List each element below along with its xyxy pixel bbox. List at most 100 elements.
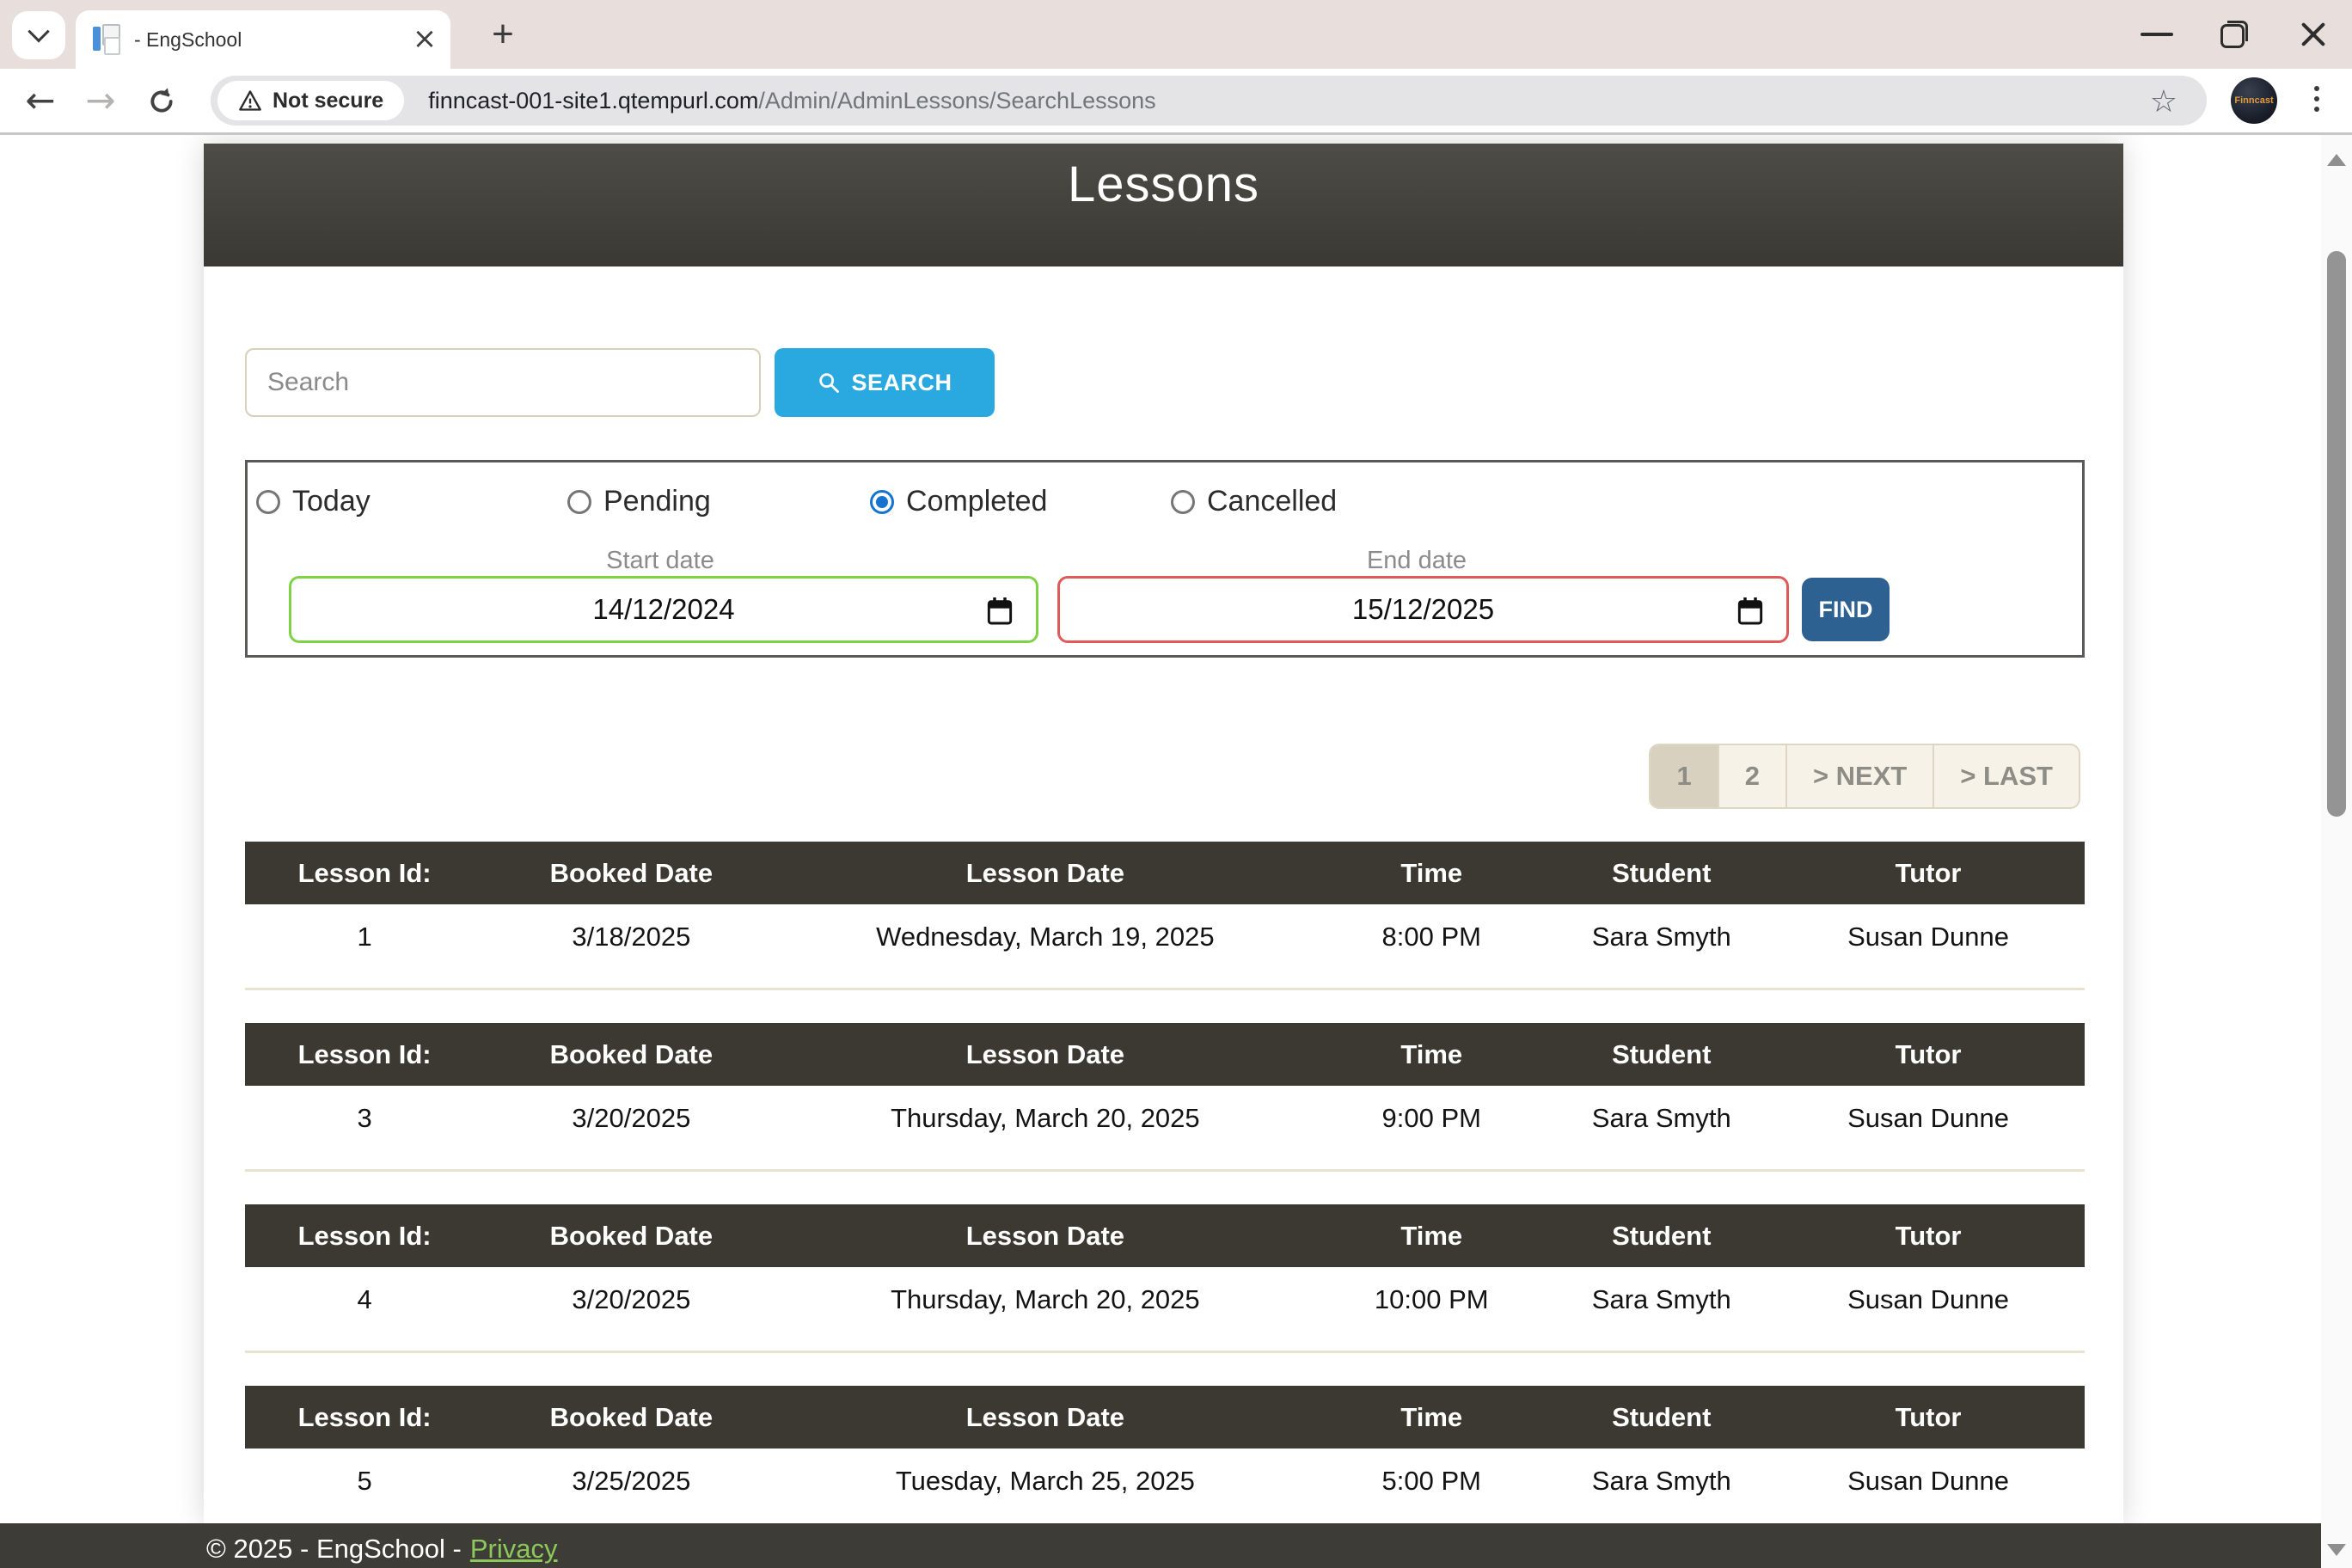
privacy-link[interactable]: Privacy [470,1534,558,1565]
cell-lesson-date: Thursday, March 20, 2025 [779,1103,1313,1134]
table-row: 1 3/18/2025 Wednesday, March 19, 2025 8:… [245,904,2085,969]
col-lesson-date: Lesson Date [779,1402,1313,1433]
page-1-button[interactable]: 1 [1651,745,1717,807]
address-bar[interactable]: Not secure finncast-001-site1.qtempurl.c… [211,76,2207,126]
col-lesson-date: Lesson Date [779,1039,1313,1070]
profile-name: Finncast [2234,95,2273,106]
footer-copyright: © 2025 - EngSchool - [206,1534,462,1565]
cell-lesson-date: Tuesday, March 25, 2025 [779,1466,1313,1497]
last-page-button[interactable]: > LAST [1932,745,2079,807]
cell-lesson-id: 4 [245,1284,484,1315]
engschool-favicon-icon [93,24,119,55]
lesson-table: Lesson Id: Booked Date Lesson Date Time … [245,1023,2085,1172]
window-minimize-button[interactable] [2141,33,2173,36]
content: Lessons SEARCH Today Pending [204,144,2123,1534]
profile-avatar[interactable]: Finncast [2231,77,2277,124]
find-button[interactable]: FIND [1802,578,1890,641]
lesson-table: Lesson Id: Booked Date Lesson Date Time … [245,1386,2085,1534]
table-row: 4 3/20/2025 Thursday, March 20, 2025 10:… [245,1267,2085,1332]
lesson-table-header: Lesson Id: Booked Date Lesson Date Time … [245,1023,2085,1086]
reload-button[interactable] [144,84,179,119]
radio-completed[interactable]: Completed [870,485,1047,518]
col-time: Time [1312,1039,1551,1070]
col-student: Student [1551,1402,1772,1433]
window-restore-button[interactable] [2220,21,2248,48]
bookmark-star-icon[interactable] [2150,84,2177,119]
end-date-label: End date [1245,547,1589,575]
cell-lesson-id: 1 [245,922,484,952]
lesson-table: Lesson Id: Booked Date Lesson Date Time … [245,842,2085,990]
lesson-table-header: Lesson Id: Booked Date Lesson Date Time … [245,1204,2085,1267]
cell-time: 8:00 PM [1312,922,1551,952]
search-button[interactable]: SEARCH [775,348,995,417]
lesson-table: Lesson Id: Booked Date Lesson Date Time … [245,1204,2085,1353]
search-input[interactable] [245,348,761,417]
next-page-button[interactable]: > NEXT [1785,745,1932,807]
col-time: Time [1312,858,1551,889]
security-chip[interactable]: Not secure [217,81,404,120]
cell-tutor: Susan Dunne [1772,1284,2085,1315]
scrollbar[interactable] [2321,135,2352,1568]
cell-booked-date: 3/25/2025 [484,1466,778,1497]
cell-time: 9:00 PM [1312,1103,1551,1134]
cell-tutor: Susan Dunne [1772,922,2085,952]
forward-button [81,79,120,122]
scrollbar-thumb[interactable] [2327,251,2346,817]
url-text: finncast-001-site1.qtempurl.com/Admin/Ad… [428,88,1155,114]
lesson-table-header: Lesson Id: Booked Date Lesson Date Time … [245,842,2085,904]
window-close-button[interactable] [2299,20,2328,49]
browser-titlebar: - EngSchool [0,0,2352,69]
calendar-icon[interactable] [986,596,1014,634]
start-date-input[interactable]: 14/12/2024 [289,576,1038,643]
browser-tab[interactable]: - EngSchool [76,10,450,69]
page-title: Lessons [204,144,2123,213]
new-tab-button[interactable] [483,15,523,55]
back-button[interactable] [21,79,60,122]
lesson-table-header: Lesson Id: Booked Date Lesson Date Time … [245,1386,2085,1449]
cell-tutor: Susan Dunne [1772,1103,2085,1134]
radio-label: Completed [906,485,1047,518]
radio-checked-icon [870,490,894,514]
cell-time: 10:00 PM [1312,1284,1551,1315]
cell-booked-date: 3/20/2025 [484,1284,778,1315]
col-time: Time [1312,1221,1551,1252]
col-lesson-date: Lesson Date [779,858,1313,889]
col-lesson-id: Lesson Id: [245,1039,484,1070]
search-row: SEARCH [245,348,2123,417]
radio-icon [256,490,280,514]
filter-panel: Today Pending Completed Cancelled Start … [245,460,2085,658]
pagination: 1 2 > NEXT > LAST [1649,744,2080,809]
tab-close-icon[interactable] [411,26,438,53]
end-date-input[interactable]: 15/12/2025 [1057,576,1789,643]
col-booked-date: Booked Date [484,1039,778,1070]
col-booked-date: Booked Date [484,858,778,889]
page-header-banner: Lessons [204,144,2123,266]
tab-search-button[interactable] [12,11,65,59]
url-host: finncast-001-site1.qtempurl.com [428,88,758,113]
browser-menu-button[interactable] [2308,81,2325,122]
scroll-up-icon[interactable] [2327,154,2346,166]
table-row: 3 3/20/2025 Thursday, March 20, 2025 9:0… [245,1086,2085,1150]
start-date-label: Start date [488,547,832,575]
col-booked-date: Booked Date [484,1402,778,1433]
url-path: /Admin/AdminLessons/SearchLessons [758,88,1155,113]
cell-lesson-id: 3 [245,1103,484,1134]
cell-student: Sara Smyth [1551,1466,1772,1497]
chevron-down-icon [28,21,49,42]
radio-today[interactable]: Today [256,485,371,518]
col-lesson-id: Lesson Id: [245,1221,484,1252]
radio-label: Pending [603,485,711,518]
col-lesson-id: Lesson Id: [245,858,484,889]
end-date-value: 15/12/2025 [1352,593,1494,626]
radio-cancelled[interactable]: Cancelled [1171,485,1337,518]
page-2-button[interactable]: 2 [1718,745,1785,807]
col-time: Time [1312,1402,1551,1433]
cell-booked-date: 3/20/2025 [484,1103,778,1134]
scroll-down-icon[interactable] [2327,1544,2346,1556]
calendar-icon[interactable] [1736,596,1764,634]
start-date-value: 14/12/2024 [592,593,734,626]
cell-student: Sara Smyth [1551,922,1772,952]
radio-pending[interactable]: Pending [567,485,711,518]
cell-lesson-date: Wednesday, March 19, 2025 [779,922,1313,952]
cell-booked-date: 3/18/2025 [484,922,778,952]
